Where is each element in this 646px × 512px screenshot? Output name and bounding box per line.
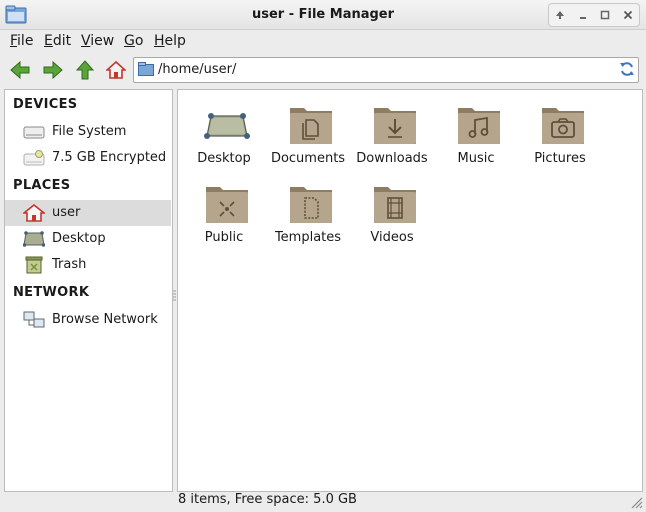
menu-file-mnemonic: F xyxy=(10,33,18,49)
menu-bar: File Edit View Go Help xyxy=(0,30,646,52)
pane-splitter-handle[interactable] xyxy=(173,290,176,302)
sidebar-item-trash[interactable]: Trash xyxy=(5,252,171,278)
menu-go-mnemonic: G xyxy=(124,33,135,49)
location-bar[interactable]: /home/user/ xyxy=(133,57,639,83)
shade-button[interactable] xyxy=(551,6,569,24)
file-item-public[interactable]: Public xyxy=(182,171,266,245)
sidebar-item-label: Browse Network xyxy=(52,312,158,327)
file-item-music[interactable]: Music xyxy=(434,92,518,166)
sidebar-item-file-system[interactable]: File System xyxy=(5,119,171,145)
videos-folder-icon xyxy=(374,187,416,223)
sidebar-item-label: user xyxy=(52,205,81,220)
window-controls xyxy=(548,3,640,27)
title-bar: user - File Manager xyxy=(0,0,646,30)
file-name: Templates xyxy=(274,230,342,245)
file-name: Pictures xyxy=(534,151,586,166)
location-path: /home/user/ xyxy=(158,62,237,77)
sidebar: DEVICES File System 7.5 GB Encrypted PLA… xyxy=(4,89,173,492)
file-item-documents[interactable]: Documents xyxy=(266,92,350,166)
home-icon xyxy=(23,204,45,222)
sidebar-item-label: Trash xyxy=(52,257,87,272)
forward-button[interactable] xyxy=(41,58,65,82)
encrypted-drive-icon xyxy=(23,150,45,166)
minimize-button[interactable] xyxy=(574,6,592,24)
menu-edit-mnemonic: E xyxy=(44,33,53,49)
maximize-icon xyxy=(601,10,610,20)
pictures-folder-icon xyxy=(542,108,584,144)
sidebar-item-label: Desktop xyxy=(52,231,106,246)
sidebar-item-user[interactable]: user xyxy=(5,200,171,226)
status-bar: 8 items, Free space: 5.0 GB xyxy=(0,491,646,512)
menu-view-rest: iew xyxy=(90,33,115,49)
file-name: Downloads xyxy=(356,151,428,166)
menu-view[interactable]: View xyxy=(81,33,114,49)
desktop-folder-icon xyxy=(204,113,250,139)
sidebar-item-label: 7.5 GB Encrypted xyxy=(52,150,167,165)
desktop-icon xyxy=(23,231,45,247)
sidebar-item-label: File System xyxy=(52,124,127,139)
file-name: Desktop xyxy=(197,151,251,166)
file-name: Music xyxy=(457,151,495,166)
trash-icon xyxy=(25,256,43,274)
devices-header: DEVICES xyxy=(13,97,78,112)
home-icon xyxy=(106,60,126,79)
menu-file-rest: ile xyxy=(17,33,34,49)
menu-view-mnemonic: V xyxy=(81,33,91,49)
menu-help-mnemonic: H xyxy=(154,33,165,49)
file-name: Videos xyxy=(370,230,414,245)
close-button[interactable] xyxy=(619,6,637,24)
resize-grip-icon[interactable] xyxy=(629,495,643,509)
public-folder-icon xyxy=(206,187,248,223)
menu-help[interactable]: Help xyxy=(154,33,186,49)
menu-edit-rest: dit xyxy=(52,33,72,49)
file-item-pictures[interactable]: Pictures xyxy=(518,92,602,166)
arrow-up-icon xyxy=(76,60,94,80)
file-name: Public xyxy=(204,230,244,245)
back-button[interactable] xyxy=(8,58,32,82)
downloads-folder-icon xyxy=(374,108,416,144)
reload-icon[interactable] xyxy=(619,61,635,77)
network-icon xyxy=(23,311,45,328)
documents-folder-icon xyxy=(290,108,332,144)
minimize-icon xyxy=(579,17,586,19)
file-name: Documents xyxy=(270,151,346,166)
drive-icon xyxy=(23,126,45,139)
close-icon xyxy=(623,10,632,20)
network-header: NETWORK xyxy=(13,285,90,300)
folder-icon xyxy=(138,62,154,76)
file-item-videos[interactable]: Videos xyxy=(350,171,434,245)
sidebar-item-browse-network[interactable]: Browse Network xyxy=(5,307,171,333)
menu-edit[interactable]: Edit xyxy=(44,33,71,49)
music-folder-icon xyxy=(458,108,500,144)
maximize-button[interactable] xyxy=(596,6,614,24)
arrow-up-icon xyxy=(556,11,565,19)
places-header: PLACES xyxy=(13,178,71,193)
menu-file[interactable]: File xyxy=(10,33,33,49)
status-text: 8 items, Free space: 5.0 GB xyxy=(178,492,357,507)
sidebar-item-encrypted[interactable]: 7.5 GB Encrypted xyxy=(5,145,171,171)
arrow-left-icon xyxy=(10,61,30,79)
file-item-downloads[interactable]: Downloads xyxy=(350,92,434,166)
parent-folder-button[interactable] xyxy=(73,58,97,82)
sidebar-item-desktop[interactable]: Desktop xyxy=(5,226,171,252)
menu-help-rest: elp xyxy=(164,33,186,49)
file-view: Desktop Documents Downloads Music Pictur… xyxy=(177,89,643,492)
file-item-desktop[interactable]: Desktop xyxy=(182,92,266,166)
arrow-right-icon xyxy=(43,61,63,79)
menu-go[interactable]: Go xyxy=(124,33,143,49)
file-item-templates[interactable]: Templates xyxy=(266,171,350,245)
menu-go-rest: o xyxy=(134,33,144,49)
home-button[interactable] xyxy=(104,58,128,82)
templates-folder-icon xyxy=(290,187,332,223)
